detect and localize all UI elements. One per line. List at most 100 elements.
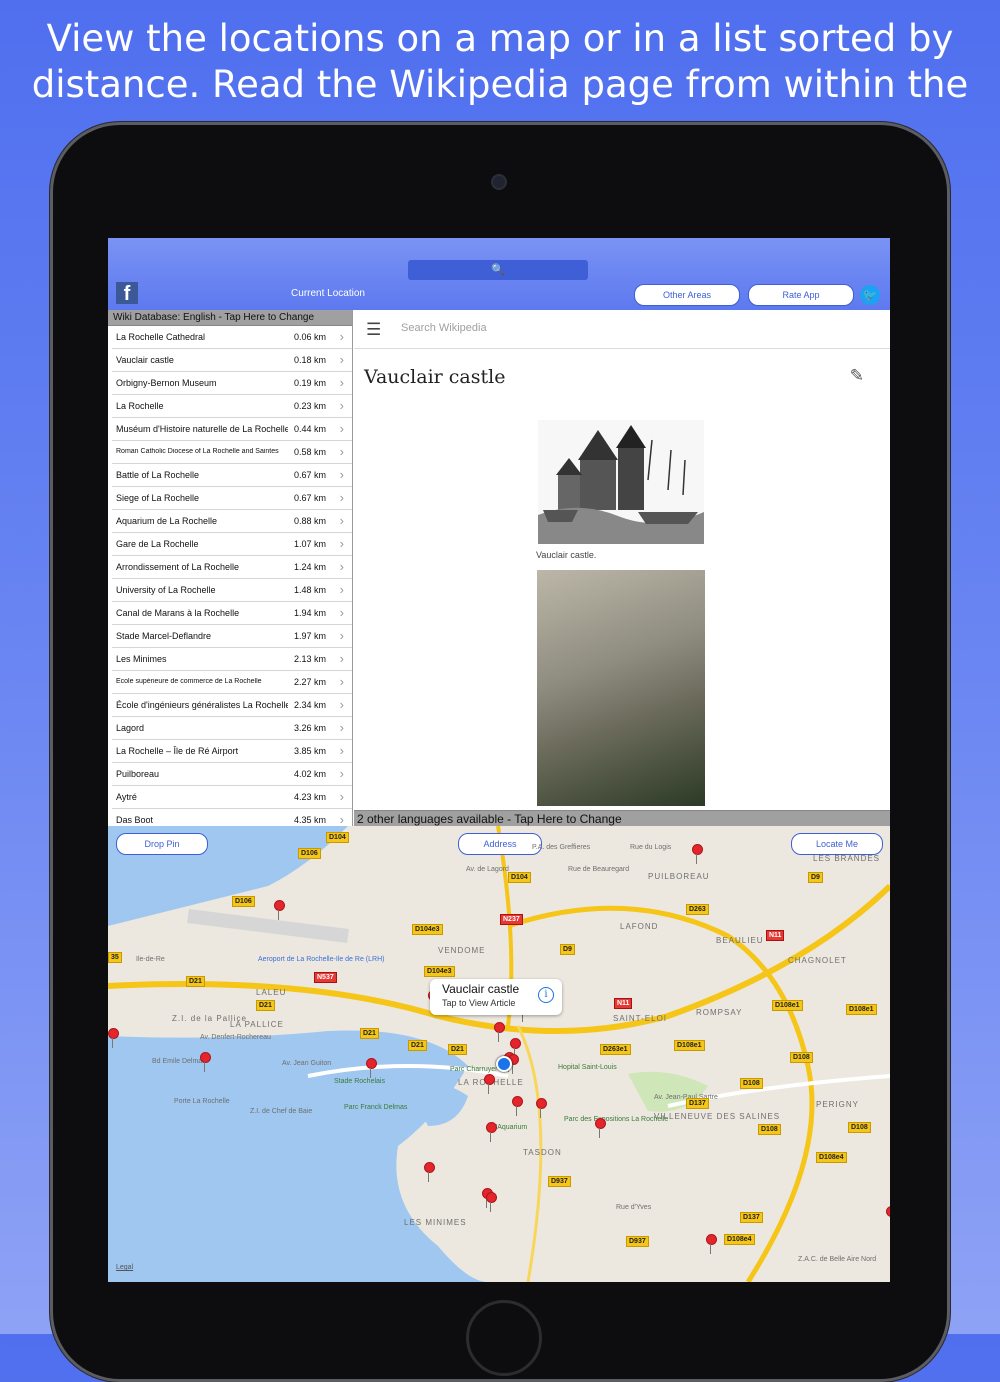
list-item-name: Aquarium de La Rochelle	[116, 516, 218, 526]
list-item-name: La Rochelle	[116, 401, 164, 411]
list-item[interactable]: École d'ingénieurs généralistes La Roche…	[112, 694, 352, 717]
chevron-right-icon: ›	[339, 398, 344, 413]
map-pin-icon[interactable]	[366, 1058, 377, 1078]
drop-pin-button[interactable]: Drop Pin	[116, 833, 208, 855]
road-shield: D21	[408, 1040, 427, 1051]
road-shield: D9	[808, 872, 823, 883]
legal-link[interactable]: Legal	[116, 1264, 133, 1271]
map-place-label: Rue du Logis	[630, 844, 672, 851]
map-pin-icon[interactable]	[510, 1038, 521, 1058]
location-search-button[interactable]: 🔍	[408, 260, 588, 280]
list-item-name: University of La Rochelle	[116, 585, 216, 595]
chevron-right-icon: ›	[339, 513, 344, 528]
address-button[interactable]: Address	[458, 833, 542, 855]
list-item[interactable]: Aquarium de La Rochelle 0.88 km ›	[112, 510, 352, 533]
facebook-icon[interactable]: f	[116, 282, 138, 305]
image-caption: Vauclair castle.	[536, 550, 597, 560]
list-item-name: Das Boot	[116, 815, 154, 825]
map-pin-icon[interactable]	[595, 1118, 606, 1138]
road-shield: D108e1	[674, 1040, 705, 1051]
database-selector[interactable]: Wiki Database: English - Tap Here to Cha…	[108, 310, 352, 326]
chevron-right-icon: ›	[339, 421, 344, 436]
map-pin-icon[interactable]	[536, 1098, 547, 1118]
map-place-label: LAFOND	[620, 922, 659, 931]
list-item[interactable]: Orbigny-Bernon Museum 0.19 km ›	[112, 372, 352, 395]
locate-me-button[interactable]: Locate Me	[791, 833, 883, 855]
top-toolbar: f 🔍 Current Location Other Areas Rate Ap…	[108, 238, 890, 310]
current-location-label: Current Location	[291, 288, 365, 299]
list-item[interactable]: Arrondissement of La Rochelle 1.24 km ›	[112, 556, 352, 579]
list-item[interactable]: Muséum d'Histoire naturelle de La Rochel…	[112, 418, 352, 441]
chevron-right-icon: ›	[339, 697, 344, 712]
list-item[interactable]: Aytré 4.23 km ›	[112, 786, 352, 809]
chevron-right-icon: ›	[339, 559, 344, 574]
castle-engraving-image[interactable]	[538, 420, 704, 544]
map-pin-icon[interactable]	[692, 844, 703, 864]
road-shield: D108	[790, 1052, 813, 1063]
map-pin-icon[interactable]	[512, 1096, 523, 1116]
map-pin-icon[interactable]	[706, 1234, 717, 1254]
list-item-name: La Rochelle – Île de Ré Airport	[116, 746, 239, 756]
list-item[interactable]: La Rochelle 0.23 km ›	[112, 395, 352, 418]
map-place-label: Porte La Rochelle	[174, 1098, 230, 1105]
list-item-distance: 0.58 km	[293, 447, 326, 457]
chevron-right-icon: ›	[339, 329, 344, 344]
list-item-distance: 1.48 km	[293, 585, 326, 595]
map-place-label: LES MINIMES	[404, 1218, 467, 1227]
castle-ruins-photo[interactable]	[537, 570, 705, 806]
map-base	[108, 826, 890, 1282]
twitter-icon[interactable]: 🐦	[860, 285, 880, 305]
list-item-name: Canal de Marans à la Rochelle	[116, 608, 240, 618]
map-place-label: Hopital Saint-Louis	[558, 1064, 617, 1071]
list-item-distance: 2.13 km	[293, 654, 326, 664]
list-item[interactable]: La Rochelle Cathedral 0.06 km ›	[112, 326, 352, 349]
list-item-distance: 0.67 km	[293, 470, 326, 480]
map-pin-icon[interactable]	[200, 1052, 211, 1072]
list-item-name: Aytré	[116, 792, 137, 802]
list-item[interactable]: Gare de La Rochelle 1.07 km ›	[112, 533, 352, 556]
list-item-distance: 4.23 km	[293, 792, 326, 802]
map-place-label: Parc des Expositions La Rochelle	[564, 1116, 669, 1123]
list-item[interactable]: University of La Rochelle 1.48 km ›	[112, 579, 352, 602]
road-shield: D21	[186, 976, 205, 987]
list-item-name: Les Minimes	[116, 654, 167, 664]
road-shield: D104e3	[424, 966, 455, 977]
map-pin-icon[interactable]	[886, 1206, 890, 1217]
other-areas-button[interactable]: Other Areas	[634, 284, 740, 306]
menu-icon[interactable]: ☰	[366, 320, 381, 340]
road-shield: D21	[360, 1028, 379, 1039]
wiki-search-input[interactable]: Search Wikipedia	[401, 322, 487, 334]
list-item[interactable]: Roman Catholic Diocese of La Rochelle an…	[112, 441, 352, 464]
list-item[interactable]: La Rochelle – Île de Ré Airport 3.85 km ›	[112, 740, 352, 763]
road-shield: D104e3	[412, 924, 443, 935]
list-item-name: Stade Marcel-Deflandre	[116, 631, 212, 641]
map-view[interactable]: Drop Pin Address Locate Me PUILBOREAU LAF…	[108, 826, 890, 1282]
edit-icon[interactable]: ✎	[850, 366, 864, 386]
map-pin-icon[interactable]	[274, 900, 285, 920]
callout-title: Vauclair castle	[442, 982, 520, 996]
languages-selector[interactable]: 2 other languages available - Tap Here t…	[354, 810, 890, 827]
map-pin-icon[interactable]	[494, 1022, 505, 1042]
map-place-label: LALEU	[256, 988, 287, 997]
list-item[interactable]: Stade Marcel-Deflandre 1.97 km ›	[112, 625, 352, 648]
map-pin-icon[interactable]	[108, 1028, 119, 1048]
list-item[interactable]: Canal de Marans à la Rochelle 1.94 km ›	[112, 602, 352, 625]
list-item[interactable]: Siege of La Rochelle 0.67 km ›	[112, 487, 352, 510]
map-pin-icon[interactable]	[486, 1192, 497, 1212]
map-callout[interactable]: Vauclair castle Tap to View Article i	[430, 979, 562, 1015]
map-pin-icon[interactable]	[486, 1122, 497, 1142]
info-icon[interactable]: i	[538, 987, 554, 1003]
wiki-header: ☰ Search Wikipedia	[354, 310, 890, 349]
rate-app-button[interactable]: Rate App	[748, 284, 854, 306]
road-shield: D21	[256, 1000, 275, 1011]
map-place-label: PUILBOREAU	[648, 872, 710, 881]
list-item[interactable]: Les Minimes 2.13 km ›	[112, 648, 352, 671]
list-item[interactable]: Lagord 3.26 km ›	[112, 717, 352, 740]
list-item[interactable]: Vauclair castle 0.18 km ›	[112, 349, 352, 372]
map-pin-icon[interactable]	[484, 1074, 495, 1094]
map-pin-icon[interactable]	[424, 1162, 435, 1182]
list-item[interactable]: École supérieure de commerce de La Roche…	[112, 671, 352, 694]
list-item[interactable]: Battle of La Rochelle 0.67 km ›	[112, 464, 352, 487]
list-item-distance: 1.94 km	[293, 608, 326, 618]
list-item[interactable]: Puilboreau 4.02 km ›	[112, 763, 352, 786]
